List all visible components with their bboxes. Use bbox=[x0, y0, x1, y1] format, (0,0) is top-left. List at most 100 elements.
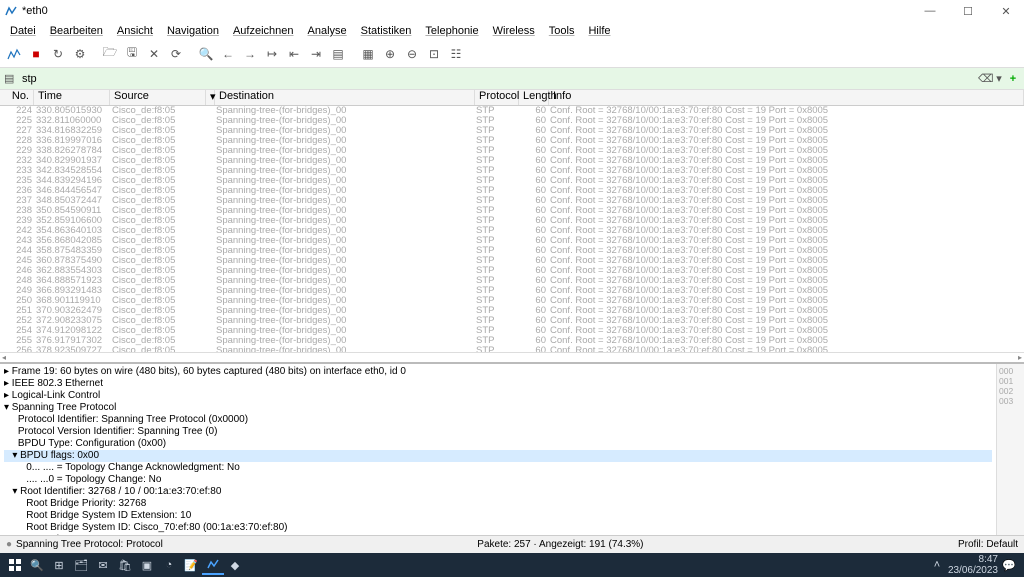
wireshark-taskbar-icon[interactable] bbox=[202, 555, 224, 575]
notifications-icon[interactable]: 💬 bbox=[998, 555, 1020, 575]
go-forward-icon[interactable]: → bbox=[240, 44, 260, 64]
status-profile[interactable]: Profil: Default bbox=[958, 539, 1018, 550]
tree-node[interactable]: ▸ Logical-Link Control bbox=[4, 390, 992, 402]
tree-node[interactable]: .... ...0 = Topology Change: No bbox=[4, 474, 992, 486]
packet-row[interactable]: 242354.863640103Cisco_de:f8:05Spanning-t… bbox=[0, 226, 1024, 236]
start-button[interactable] bbox=[4, 555, 26, 575]
packet-row[interactable]: 245360.878375490Cisco_de:f8:05Spanning-t… bbox=[0, 256, 1024, 266]
go-last-icon[interactable]: ⇥ bbox=[306, 44, 326, 64]
tree-node[interactable]: ▸ Frame 19: 60 bytes on wire (480 bits),… bbox=[4, 366, 992, 378]
tree-node[interactable]: ▾ Spanning Tree Protocol bbox=[4, 402, 992, 414]
packet-row[interactable]: 244358.875483359Cisco_de:f8:05Spanning-t… bbox=[0, 246, 1024, 256]
colorize-icon[interactable]: ▦ bbox=[358, 44, 378, 64]
maximize-button[interactable]: ☐ bbox=[954, 5, 982, 18]
mail-icon[interactable]: ✉ bbox=[92, 555, 114, 575]
col-protocol[interactable]: Protocol bbox=[475, 90, 519, 105]
menu-ansicht[interactable]: Ansicht bbox=[111, 25, 159, 37]
apply-filter-icon[interactable]: ▾ bbox=[992, 72, 1006, 85]
tree-node[interactable]: ▾ Root Identifier: 32768 / 10 / 00:1a:e3… bbox=[4, 486, 992, 498]
menu-analyse[interactable]: Analyse bbox=[302, 25, 353, 37]
open-file-icon[interactable]: 🗁 bbox=[100, 44, 120, 64]
menu-tools[interactable]: Tools bbox=[543, 25, 581, 37]
find-icon[interactable]: 🔍 bbox=[196, 44, 216, 64]
tray-up-icon[interactable]: ˄ bbox=[926, 555, 948, 575]
packet-row[interactable]: 238350.854590911Cisco_de:f8:05Spanning-t… bbox=[0, 206, 1024, 216]
packet-row[interactable]: 227334.816832259Cisco_de:f8:05Spanning-t… bbox=[0, 126, 1024, 136]
search-icon[interactable]: 🔍 bbox=[26, 555, 48, 575]
menu-datei[interactable]: Datei bbox=[4, 25, 42, 37]
packet-row[interactable]: 254374.912098122Cisco_de:f8:05Spanning-t… bbox=[0, 326, 1024, 336]
terminal-icon[interactable]: ▣ bbox=[136, 555, 158, 575]
packet-row[interactable]: 248364.888571923Cisco_de:f8:05Spanning-t… bbox=[0, 276, 1024, 286]
packet-row[interactable]: 249366.893291483Cisco_de:f8:05Spanning-t… bbox=[0, 286, 1024, 296]
go-first-icon[interactable]: ⇤ bbox=[284, 44, 304, 64]
menu-bearbeiten[interactable]: Bearbeiten bbox=[44, 25, 109, 37]
packet-row[interactable]: 225332.811060000Cisco_de:f8:05Spanning-t… bbox=[0, 116, 1024, 126]
tree-node[interactable]: ▾ BPDU flags: 0x00 bbox=[4, 450, 992, 462]
menu-aufzeichnen[interactable]: Aufzeichnen bbox=[227, 25, 300, 37]
packet-row[interactable]: 237348.850372447Cisco_de:f8:05Spanning-t… bbox=[0, 196, 1024, 206]
packet-row[interactable]: 224330.805015930Cisco_de:f8:05Spanning-t… bbox=[0, 106, 1024, 116]
close-button[interactable]: ✕ bbox=[992, 5, 1020, 18]
start-capture-icon[interactable] bbox=[4, 44, 24, 64]
store-icon[interactable]: 🛍 bbox=[114, 555, 136, 575]
packet-row[interactable]: 232340.829901937Cisco_de:f8:05Spanning-t… bbox=[0, 156, 1024, 166]
tree-node[interactable]: Root Bridge System ID: Cisco_70:ef:80 (0… bbox=[4, 522, 992, 534]
stop-capture-icon[interactable]: ■ bbox=[26, 44, 46, 64]
system-clock[interactable]: 8:47 23/06/2023 bbox=[948, 554, 998, 576]
menu-telephonie[interactable]: Telephonie bbox=[419, 25, 484, 37]
col-destination[interactable]: Destination bbox=[215, 90, 475, 105]
tree-node[interactable]: BPDU Type: Configuration (0x00) bbox=[4, 438, 992, 450]
horizontal-scrollbar[interactable]: ◂▸ bbox=[0, 352, 1024, 362]
menu-navigation[interactable]: Navigation bbox=[161, 25, 225, 37]
menu-wireless[interactable]: Wireless bbox=[487, 25, 541, 37]
packet-row[interactable]: 235344.839294196Cisco_de:f8:05Spanning-t… bbox=[0, 176, 1024, 186]
explorer-icon[interactable]: 🗂 bbox=[70, 555, 92, 575]
minimize-button[interactable]: — bbox=[916, 5, 944, 18]
col-source[interactable]: Source bbox=[110, 90, 206, 105]
close-file-icon[interactable]: ✕ bbox=[144, 44, 164, 64]
normal-size-icon[interactable]: ⊡ bbox=[424, 44, 444, 64]
packet-row[interactable]: 228336.819997016Cisco_de:f8:05Spanning-t… bbox=[0, 136, 1024, 146]
add-filter-icon[interactable]: + bbox=[1006, 73, 1020, 85]
go-back-icon[interactable]: ← bbox=[218, 44, 238, 64]
packet-tree[interactable]: ▸ Frame 19: 60 bytes on wire (480 bits),… bbox=[0, 364, 996, 535]
restart-capture-icon[interactable]: ↻ bbox=[48, 44, 68, 64]
packet-row[interactable]: 255376.917917302Cisco_de:f8:05Spanning-t… bbox=[0, 336, 1024, 346]
packet-row[interactable]: 250368.901119910Cisco_de:f8:05Spanning-t… bbox=[0, 296, 1024, 306]
menu-statistiken[interactable]: Statistiken bbox=[355, 25, 418, 37]
col-no[interactable]: No. bbox=[0, 90, 34, 105]
tree-node[interactable]: ▸ IEEE 802.3 Ethernet bbox=[4, 378, 992, 390]
expert-info-icon[interactable]: ● bbox=[6, 539, 12, 550]
resize-columns-icon[interactable]: ☷ bbox=[446, 44, 466, 64]
packet-row[interactable]: 251370.903262479Cisco_de:f8:05Spanning-t… bbox=[0, 306, 1024, 316]
tree-node[interactable]: Protocol Version Identifier: Spanning Tr… bbox=[4, 426, 992, 438]
col-time[interactable]: Time bbox=[34, 90, 110, 105]
zoom-out-icon[interactable]: ⊖ bbox=[402, 44, 422, 64]
edge-icon[interactable]: ◔ bbox=[158, 555, 180, 575]
capture-options-icon[interactable]: ⚙ bbox=[70, 44, 90, 64]
packet-list[interactable]: 224330.805015930Cisco_de:f8:05Spanning-t… bbox=[0, 106, 1024, 352]
auto-scroll-icon[interactable]: ▤ bbox=[328, 44, 348, 64]
save-file-icon[interactable]: 🖫 bbox=[122, 44, 142, 64]
packet-row[interactable]: 236346.844456547Cisco_de:f8:05Spanning-t… bbox=[0, 186, 1024, 196]
col-length[interactable]: Length bbox=[519, 90, 549, 105]
reload-icon[interactable]: ⟳ bbox=[166, 44, 186, 64]
task-view-icon[interactable]: ⊞ bbox=[48, 555, 70, 575]
bookmark-icon[interactable]: ▤ bbox=[4, 72, 18, 85]
app-icon[interactable]: ◆ bbox=[224, 555, 246, 575]
col-info[interactable]: Info bbox=[549, 90, 1024, 105]
packet-row[interactable]: 252372.908233075Cisco_de:f8:05Spanning-t… bbox=[0, 316, 1024, 326]
packet-row[interactable]: 229338.826278784Cisco_de:f8:05Spanning-t… bbox=[0, 146, 1024, 156]
packet-row[interactable]: 246362.883554303Cisco_de:f8:05Spanning-t… bbox=[0, 266, 1024, 276]
zoom-in-icon[interactable]: ⊕ bbox=[380, 44, 400, 64]
word-icon[interactable]: 📝 bbox=[180, 555, 202, 575]
packet-row[interactable]: 233342.834528554Cisco_de:f8:05Spanning-t… bbox=[0, 166, 1024, 176]
tree-node[interactable]: Protocol Identifier: Spanning Tree Proto… bbox=[4, 414, 992, 426]
packet-row[interactable]: 239352.859106600Cisco_de:f8:05Spanning-t… bbox=[0, 216, 1024, 226]
tree-node[interactable]: 0... .... = Topology Change Acknowledgme… bbox=[4, 462, 992, 474]
display-filter-input[interactable] bbox=[18, 73, 978, 85]
menu-hilfe[interactable]: Hilfe bbox=[582, 25, 616, 37]
clear-filter-icon[interactable]: ⌫ bbox=[978, 72, 992, 85]
go-to-icon[interactable]: ↦ bbox=[262, 44, 282, 64]
